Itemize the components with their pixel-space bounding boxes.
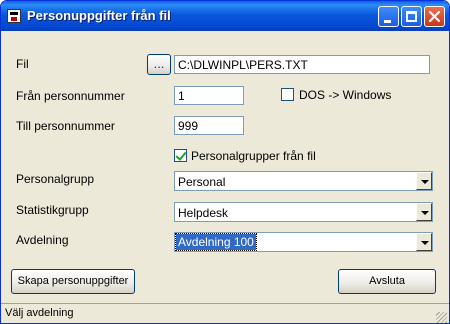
close-icon <box>428 10 441 23</box>
avdelning-select[interactable]: Avdelning 100 <box>174 232 433 252</box>
chevron-down-icon[interactable] <box>416 233 432 251</box>
avsluta-button[interactable]: Avsluta <box>338 269 436 294</box>
maximize-button[interactable] <box>401 6 422 27</box>
maximize-icon <box>406 11 417 22</box>
till-personnummer-input[interactable]: 999 <box>174 116 244 135</box>
browse-button-label: ... <box>153 56 165 71</box>
personalgrupper-checkbox[interactable] <box>174 149 187 162</box>
fil-path-input[interactable]: C:\DLWINPL\PERS.TXT <box>174 55 430 74</box>
skapa-personuppgifter-button[interactable]: Skapa personuppgifter <box>11 269 135 294</box>
minimize-icon <box>384 20 391 23</box>
personalgrupp-select[interactable]: Personal <box>174 171 433 191</box>
resize-grip-icon[interactable] <box>436 312 447 323</box>
chevron-down-icon[interactable] <box>416 172 432 190</box>
dos-windows-checkbox[interactable] <box>281 88 294 101</box>
browse-button[interactable]: ... <box>147 54 171 75</box>
personalgrupp-value: Personal <box>178 175 226 189</box>
app-icon[interactable] <box>7 9 21 23</box>
title-bar[interactable]: Personuppgifter från fil <box>1 1 449 31</box>
till-personnummer-label: Till personnummer <box>16 119 115 133</box>
chevron-down-icon[interactable] <box>416 203 432 221</box>
skapa-personuppgifter-label: Skapa personuppgifter <box>17 275 129 287</box>
avsluta-label: Avsluta <box>369 275 405 287</box>
personalgrupper-label[interactable]: Personalgrupper från fil <box>191 149 316 163</box>
fil-label: Fil <box>16 57 29 71</box>
avdelning-value: Avdelning 100 <box>175 233 257 251</box>
close-button[interactable] <box>424 6 445 27</box>
statistikgrupp-select[interactable]: Helpdesk <box>174 202 433 222</box>
status-text: Välj avdelning <box>5 307 74 319</box>
minimize-button[interactable] <box>378 6 399 27</box>
fran-personnummer-label: Från personnummer <box>16 89 125 103</box>
status-bar: Välj avdelning <box>1 303 449 323</box>
dos-windows-label[interactable]: DOS -> Windows <box>299 88 391 102</box>
statistikgrupp-label: Statistikgrupp <box>16 203 89 217</box>
personalgrupp-label: Personalgrupp <box>16 172 95 186</box>
fran-personnummer-input[interactable]: 1 <box>174 86 244 105</box>
window-title: Personuppgifter från fil <box>27 8 171 23</box>
avdelning-label: Avdelning <box>16 233 69 247</box>
statistikgrupp-value: Helpdesk <box>178 206 229 220</box>
dialog-window: Personuppgifter från fil Fil ... C:\DLWI… <box>0 0 450 324</box>
